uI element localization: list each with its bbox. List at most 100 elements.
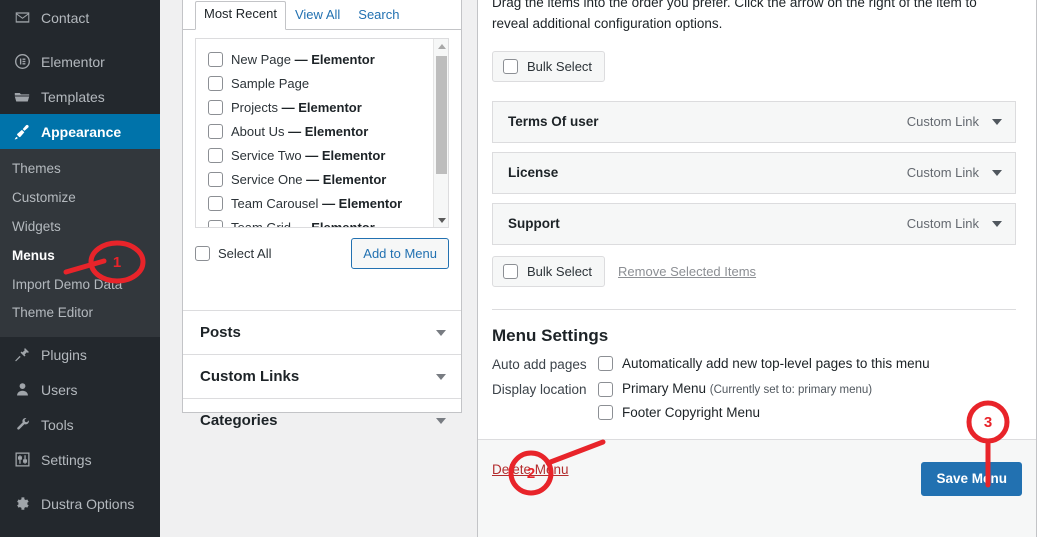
- list-item[interactable]: Team Carousel — Elementor: [208, 191, 448, 215]
- chevron-down-icon[interactable]: [992, 170, 1002, 176]
- menu-item-type: Custom Link: [907, 114, 979, 129]
- bulk-select-top-label: Bulk Select: [527, 59, 592, 74]
- menu-item-title: Terms Of user: [508, 114, 599, 129]
- custom-links-accordion-header[interactable]: Custom Links: [183, 355, 461, 398]
- sidebar-subitem-theme-editor[interactable]: Theme Editor: [0, 299, 160, 328]
- remove-selected-items-link[interactable]: Remove Selected Items: [618, 264, 756, 279]
- scroll-down-arrow-icon[interactable]: [434, 213, 449, 227]
- pages-list-scrollbar[interactable]: [433, 39, 448, 227]
- menu-item-meta: Custom Link: [907, 216, 1002, 231]
- page-label: Team Carousel — Elementor: [231, 196, 402, 211]
- chevron-down-icon[interactable]: [992, 119, 1002, 125]
- sidebar-item-appearance[interactable]: Appearance: [0, 114, 160, 149]
- delete-menu-link[interactable]: Delete Menu: [492, 462, 569, 477]
- menu-item-row[interactable]: License Custom Link: [492, 152, 1016, 194]
- primary-menu-checkbox[interactable]: [598, 382, 613, 397]
- list-item[interactable]: Team Grid — Elementor: [208, 215, 448, 228]
- sidebar-item-tools[interactable]: Tools: [0, 407, 160, 442]
- pages-list-actions: Select All Add to Menu: [195, 238, 449, 268]
- page-checkbox[interactable]: [208, 52, 223, 67]
- list-item[interactable]: About Us — Elementor: [208, 119, 448, 143]
- sidebar-item-elementor[interactable]: Elementor: [0, 44, 160, 79]
- chevron-down-icon[interactable]: [436, 330, 446, 336]
- sidebar-item-label: Tools: [41, 418, 74, 432]
- menu-item-row[interactable]: Terms Of user Custom Link: [492, 101, 1016, 143]
- menu-item-meta: Custom Link: [907, 114, 1002, 129]
- sidebar-item-label: Dustra Options: [41, 497, 134, 511]
- menu-structure-description: Drag the items into the order you prefer…: [492, 0, 1002, 35]
- bulk-select-top-button[interactable]: Bulk Select: [492, 51, 605, 82]
- posts-accordion-section: Posts: [183, 311, 461, 355]
- menu-item-row[interactable]: Support Custom Link: [492, 203, 1016, 245]
- page-checkbox[interactable]: [208, 196, 223, 211]
- list-item[interactable]: Projects — Elementor: [208, 95, 448, 119]
- select-all-control[interactable]: Select All: [195, 246, 271, 261]
- sidebar-subitem-themes[interactable]: Themes: [0, 155, 160, 184]
- page-checkbox[interactable]: [208, 220, 223, 229]
- chevron-down-icon[interactable]: [992, 221, 1002, 227]
- scrollbar-thumb[interactable]: [436, 56, 447, 174]
- sidebar-item-contact[interactable]: Contact: [0, 0, 160, 35]
- user-icon: [11, 380, 33, 400]
- sidebar-subitem-menus[interactable]: Menus: [0, 242, 160, 271]
- page-checkbox[interactable]: [208, 148, 223, 163]
- add-menu-items-panel: Most Recent View All Search New Page — E…: [182, 0, 462, 413]
- display-location-primary-menu-option[interactable]: Primary Menu (Currently set to: primary …: [598, 381, 872, 398]
- list-item[interactable]: Service One — Elementor: [208, 167, 448, 191]
- sidebar-item-dustra-options[interactable]: Dustra Options: [0, 486, 160, 521]
- sidebar-item-label: Settings: [41, 453, 92, 467]
- page-checkbox[interactable]: [208, 76, 223, 91]
- tab-most-recent[interactable]: Most Recent: [195, 1, 286, 30]
- bulk-select-bottom-button[interactable]: Bulk Select: [492, 256, 605, 287]
- categories-accordion-section: Categories: [183, 399, 461, 442]
- footer-copyright-menu-checkbox[interactable]: [598, 405, 613, 420]
- save-menu-button[interactable]: Save Menu: [921, 462, 1022, 496]
- bulk-select-top-checkbox[interactable]: [503, 59, 518, 74]
- select-all-checkbox[interactable]: [195, 246, 210, 261]
- sidebar-item-templates[interactable]: Templates: [0, 79, 160, 114]
- auto-add-pages-label: Auto add pages: [492, 356, 598, 372]
- posts-accordion-header[interactable]: Posts: [183, 311, 461, 354]
- tab-search[interactable]: Search: [349, 2, 408, 30]
- list-item[interactable]: New Page — Elementor: [208, 47, 448, 71]
- bulk-select-bottom-label: Bulk Select: [527, 264, 592, 279]
- list-item[interactable]: Sample Page: [208, 71, 448, 95]
- tab-view-all[interactable]: View All: [286, 2, 349, 30]
- sidebar-subitem-import-demo-data[interactable]: Import Demo Data: [0, 271, 160, 300]
- sidebar-subitem-customize[interactable]: Customize: [0, 184, 160, 213]
- page-label: Team Grid — Elementor: [231, 220, 375, 229]
- pages-accordion-section: Most Recent View All Search New Page — E…: [183, 1, 461, 311]
- sidebar-item-label: Users: [41, 383, 78, 397]
- chevron-down-icon[interactable]: [436, 418, 446, 424]
- scroll-up-arrow-icon[interactable]: [434, 39, 449, 53]
- page-checkbox[interactable]: [208, 124, 223, 139]
- menu-item-meta: Custom Link: [907, 165, 1002, 180]
- folder-icon: [11, 87, 33, 107]
- posts-accordion-label: Posts: [200, 324, 241, 341]
- display-location-footer-copyright-menu-option[interactable]: Footer Copyright Menu: [598, 405, 872, 421]
- sidebar-item-users[interactable]: Users: [0, 372, 160, 407]
- sidebar-item-plugins[interactable]: Plugins: [0, 337, 160, 372]
- auto-add-pages-options: Automatically add new top-level pages to…: [598, 356, 930, 372]
- add-to-menu-button[interactable]: Add to Menu: [351, 238, 449, 269]
- list-item[interactable]: Service Two — Elementor: [208, 143, 448, 167]
- categories-accordion-header[interactable]: Categories: [183, 399, 461, 442]
- page-label: About Us — Elementor: [231, 124, 368, 139]
- select-all-label: Select All: [218, 246, 271, 261]
- footer-copyright-menu-label: Footer Copyright Menu: [622, 405, 760, 421]
- chevron-down-icon[interactable]: [436, 374, 446, 380]
- sidebar-item-settings[interactable]: Settings: [0, 442, 160, 477]
- auto-add-pages-option-label: Automatically add new top-level pages to…: [622, 356, 930, 372]
- page-checkbox[interactable]: [208, 100, 223, 115]
- page-label: Sample Page: [231, 76, 313, 91]
- pages-list: New Page — Elementor Sample Page Project…: [195, 38, 449, 228]
- bulk-actions-row: Bulk Select Remove Selected Items: [492, 256, 1016, 287]
- envelope-icon: [11, 8, 33, 28]
- page-label: Service Two — Elementor: [231, 148, 385, 163]
- auto-add-pages-checkbox[interactable]: [598, 356, 613, 371]
- page-label: Service One — Elementor: [231, 172, 386, 187]
- auto-add-pages-option[interactable]: Automatically add new top-level pages to…: [598, 356, 930, 372]
- bulk-select-bottom-checkbox[interactable]: [503, 264, 518, 279]
- sidebar-subitem-widgets[interactable]: Widgets: [0, 213, 160, 242]
- page-checkbox[interactable]: [208, 172, 223, 187]
